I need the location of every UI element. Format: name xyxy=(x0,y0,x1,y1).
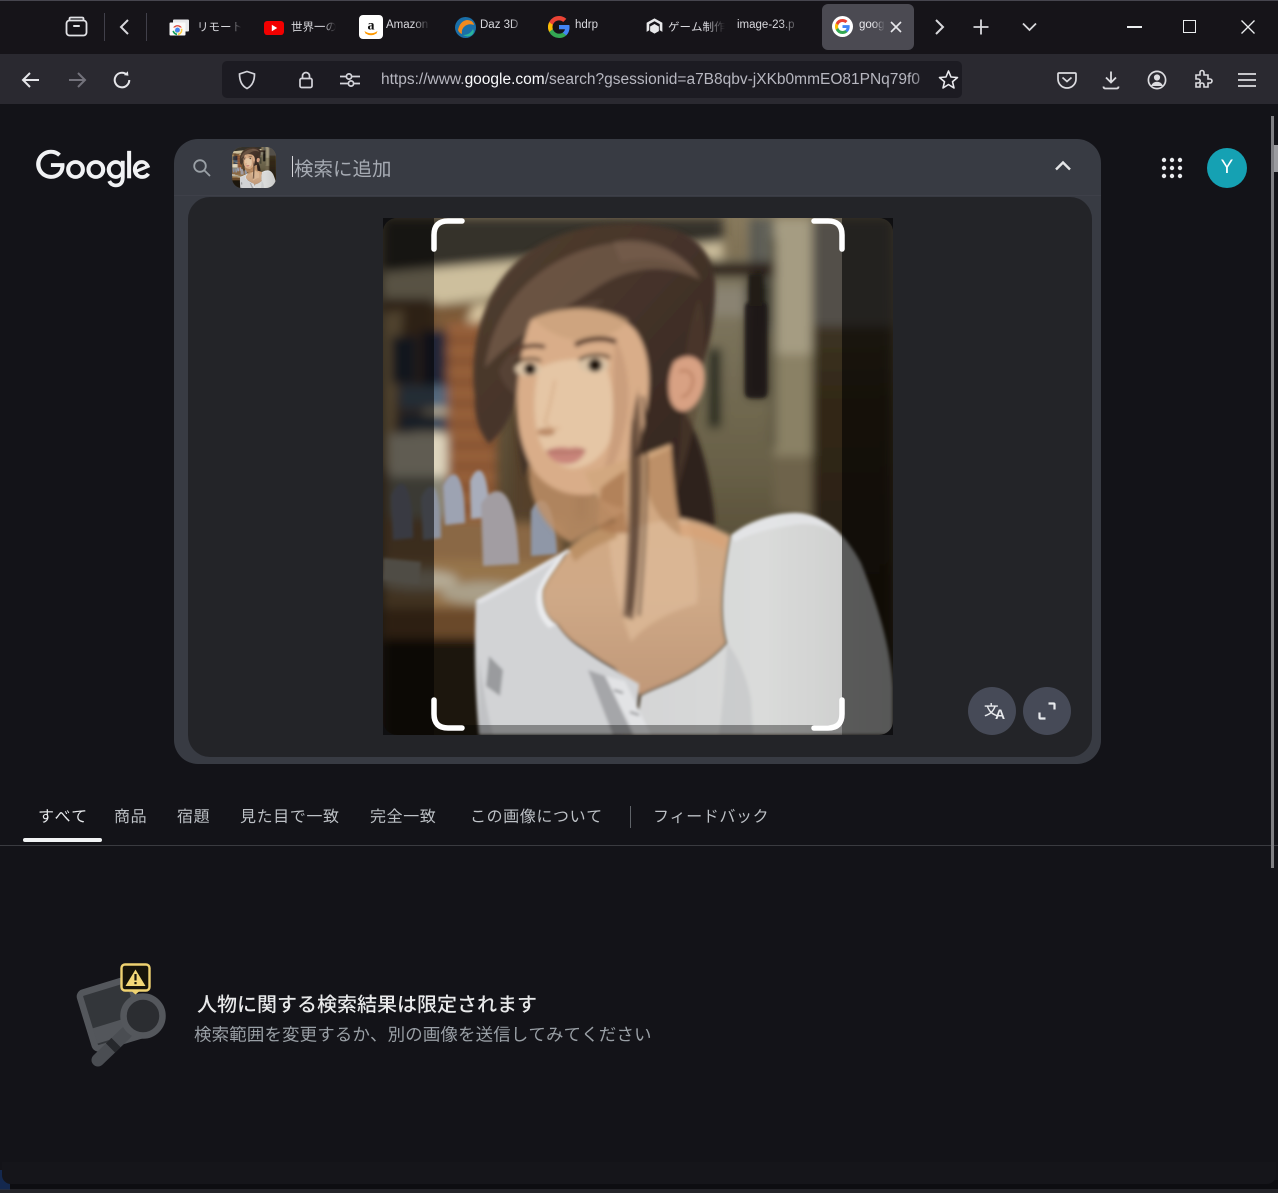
svg-text:a: a xyxy=(368,19,375,34)
